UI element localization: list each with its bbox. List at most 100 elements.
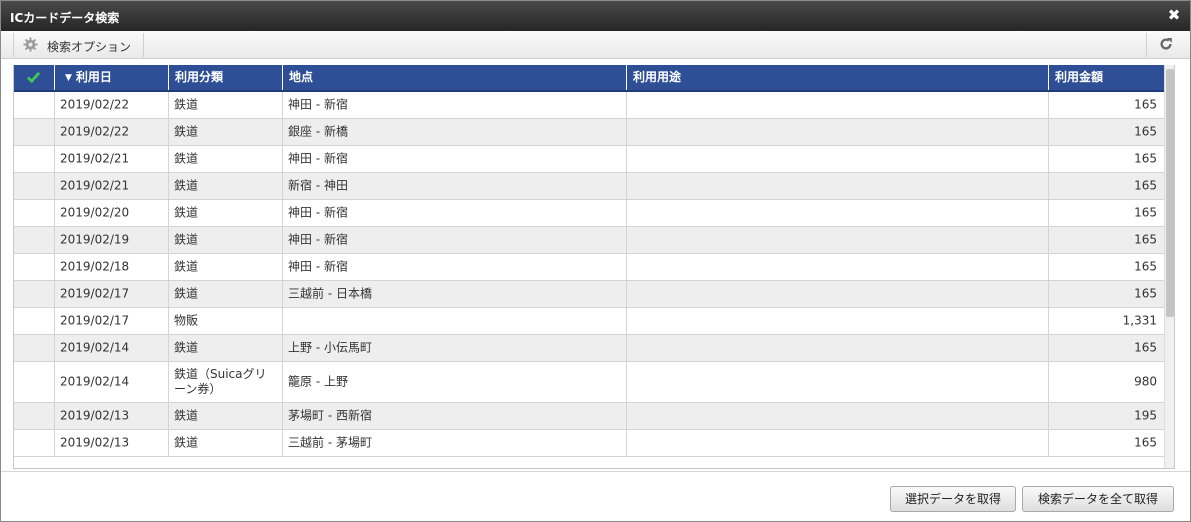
amount-cell: 165 [1049, 92, 1164, 118]
column-header-purpose[interactable]: 利用用途 [627, 65, 1049, 90]
table-row[interactable]: 2019/02/13 鉄道 茅場町 - 西新宿 195 [14, 403, 1164, 430]
row-select-cell[interactable] [14, 430, 55, 456]
row-select-cell[interactable] [14, 92, 55, 118]
refresh-button[interactable] [1146, 33, 1182, 57]
place-cell-text: 籠原 - 上野 [288, 374, 348, 389]
category-cell: 物販 [169, 308, 283, 334]
place-cell: 三越前 - 茅場町 [283, 430, 627, 456]
amount-cell-text: 165 [1134, 97, 1157, 112]
category-cell-text: 鉄道 [174, 232, 199, 247]
date-cell-text: 2019/02/14 [60, 374, 130, 389]
category-cell-text: 鉄道 [174, 340, 199, 355]
date-cell-text: 2019/02/18 [60, 259, 130, 274]
table-row[interactable]: 2019/02/20 鉄道 神田 - 新宿 165 [14, 200, 1164, 227]
category-cell-text: 鉄道 [174, 408, 199, 423]
place-cell: 籠原 - 上野 [283, 362, 627, 402]
select-all-header[interactable] [14, 65, 55, 90]
category-cell: 鉄道 [169, 173, 283, 199]
row-select-cell[interactable] [14, 362, 55, 402]
column-header-amount[interactable]: 利用金額 [1049, 65, 1164, 90]
row-select-cell[interactable] [14, 403, 55, 429]
purpose-cell [627, 308, 1049, 334]
table-row[interactable]: 2019/02/22 鉄道 銀座 - 新橋 165 [14, 119, 1164, 146]
date-cell: 2019/02/22 [55, 119, 169, 145]
category-cell-text: 鉄道 [174, 97, 199, 112]
table-row[interactable]: 2019/02/17 物販 1,331 [14, 308, 1164, 335]
date-cell: 2019/02/13 [55, 430, 169, 456]
date-cell-text: 2019/02/22 [60, 124, 130, 139]
date-cell-text: 2019/02/22 [60, 97, 130, 112]
table-row[interactable]: 2019/02/21 鉄道 新宿 - 神田 165 [14, 173, 1164, 200]
column-header-date[interactable]: ▼ 利用日 [55, 65, 169, 90]
row-select-cell[interactable] [14, 335, 55, 361]
amount-cell: 165 [1049, 119, 1164, 145]
column-header-place[interactable]: 地点 [283, 65, 627, 90]
row-select-cell[interactable] [14, 227, 55, 253]
table-row[interactable]: 2019/02/13 鉄道 三越前 - 茅場町 165 [14, 430, 1164, 457]
category-cell-text: 鉄道 [174, 124, 199, 139]
amount-cell: 165 [1049, 173, 1164, 199]
table-row[interactable]: 2019/02/14 鉄道（Suicaグリーン券） 籠原 - 上野 980 [14, 362, 1164, 403]
row-select-cell[interactable] [14, 119, 55, 145]
date-cell-text: 2019/02/21 [60, 178, 130, 193]
place-cell: 神田 - 新宿 [283, 146, 627, 172]
category-cell: 鉄道 [169, 119, 283, 145]
place-cell-text: 銀座 - 新橋 [288, 124, 348, 139]
column-header-date-label: 利用日 [75, 70, 112, 84]
date-cell: 2019/02/17 [55, 308, 169, 334]
amount-cell: 980 [1049, 362, 1164, 402]
amount-cell-text: 1,331 [1122, 313, 1157, 328]
date-cell-text: 2019/02/20 [60, 205, 130, 220]
category-cell: 鉄道 [169, 200, 283, 226]
table-row[interactable]: 2019/02/19 鉄道 神田 - 新宿 165 [14, 227, 1164, 254]
table-row[interactable]: 2019/02/18 鉄道 神田 - 新宿 165 [14, 254, 1164, 281]
date-cell: 2019/02/18 [55, 254, 169, 280]
category-cell-text: 鉄道 [174, 205, 199, 220]
get-selected-data-button[interactable]: 選択データを取得 [890, 486, 1016, 512]
category-cell: 鉄道 [169, 254, 283, 280]
table-row[interactable]: 2019/02/17 鉄道 三越前 - 日本橋 165 [14, 281, 1164, 308]
table-row[interactable]: 2019/02/21 鉄道 神田 - 新宿 165 [14, 146, 1164, 173]
amount-cell: 1,331 [1049, 308, 1164, 334]
category-cell-text: 鉄道 [174, 259, 199, 274]
amount-cell-text: 165 [1134, 124, 1157, 139]
place-cell-text: 三越前 - 日本橋 [288, 286, 372, 301]
get-all-search-data-button[interactable]: 検索データを全て取得 [1022, 486, 1174, 512]
date-cell: 2019/02/14 [55, 362, 169, 402]
date-cell-text: 2019/02/14 [60, 340, 130, 355]
date-cell: 2019/02/20 [55, 200, 169, 226]
date-cell-text: 2019/02/19 [60, 232, 130, 247]
scrollbar-thumb[interactable] [1166, 69, 1174, 317]
grid-header: ▼ 利用日 利用分類 地点 利用用途 利用金額 [14, 65, 1164, 92]
amount-cell-text: 165 [1134, 286, 1157, 301]
date-cell-text: 2019/02/13 [60, 408, 130, 423]
refresh-icon [1160, 38, 1172, 50]
row-select-cell[interactable] [14, 146, 55, 172]
amount-cell-text: 165 [1134, 232, 1157, 247]
search-options-button[interactable]: 検索オプション [13, 33, 144, 57]
place-cell-text: 神田 - 新宿 [288, 97, 348, 112]
table-row[interactable]: 2019/02/14 鉄道 上野 - 小伝馬町 165 [14, 335, 1164, 362]
close-icon[interactable]: ✖ [1167, 7, 1181, 23]
place-cell: 茅場町 - 西新宿 [283, 403, 627, 429]
row-select-cell[interactable] [14, 281, 55, 307]
date-cell: 2019/02/22 [55, 92, 169, 118]
place-cell-text: 茅場町 - 西新宿 [288, 408, 372, 423]
row-select-cell[interactable] [14, 308, 55, 334]
dialog-titlebar: ICカードデータ検索 ✖ [1, 1, 1190, 31]
category-cell: 鉄道 [169, 403, 283, 429]
purpose-cell [627, 92, 1049, 118]
purpose-cell [627, 254, 1049, 280]
place-cell: 神田 - 新宿 [283, 92, 627, 118]
ic-card-search-dialog: ICカードデータ検索 ✖ 検索オプション ▼ 利用日 利用分類 地点 利用用途 … [0, 0, 1191, 522]
search-options-label: 検索オプション [47, 40, 132, 54]
row-select-cell[interactable] [14, 200, 55, 226]
row-select-cell[interactable] [14, 254, 55, 280]
row-select-cell[interactable] [14, 173, 55, 199]
column-header-category[interactable]: 利用分類 [169, 65, 283, 90]
category-cell: 鉄道 [169, 227, 283, 253]
grid-scrollbar[interactable] [1164, 65, 1174, 468]
table-row[interactable]: 2019/02/22 鉄道 神田 - 新宿 165 [14, 92, 1164, 119]
date-cell-text: 2019/02/17 [60, 313, 130, 328]
category-cell: 鉄道 [169, 281, 283, 307]
